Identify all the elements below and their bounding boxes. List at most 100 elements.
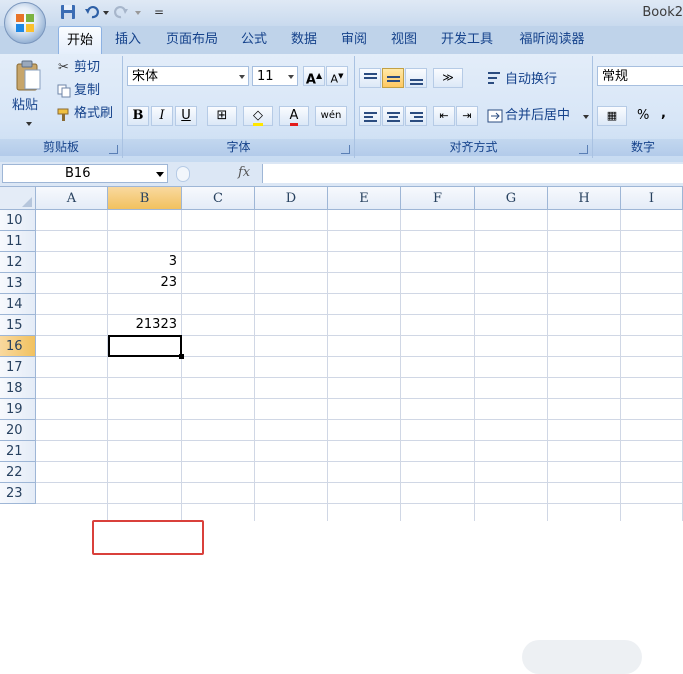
column-header-i[interactable]: I bbox=[621, 187, 683, 210]
accounting-format-button[interactable]: ▦ bbox=[597, 106, 627, 126]
align-top-button[interactable] bbox=[359, 68, 381, 88]
align-middle-button[interactable] bbox=[382, 68, 404, 88]
cell-b13[interactable]: 23 bbox=[108, 273, 177, 293]
customize-qat-icon[interactable]: = bbox=[154, 5, 164, 19]
row-header-20[interactable]: 20 bbox=[0, 420, 36, 441]
decrease-indent-button[interactable]: ⇤ bbox=[433, 106, 455, 126]
grid-hline bbox=[36, 293, 683, 294]
bold-button[interactable]: B bbox=[127, 106, 149, 126]
office-button[interactable] bbox=[4, 2, 46, 44]
borders-button[interactable]: ⊞ bbox=[207, 106, 237, 126]
tab-view[interactable]: 视图 bbox=[384, 26, 424, 53]
cut-button[interactable]: 剪切 bbox=[74, 58, 100, 78]
align-left-button[interactable] bbox=[359, 106, 381, 126]
wrap-text-button[interactable]: 自动换行 bbox=[505, 70, 557, 90]
comma-button[interactable]: , bbox=[661, 104, 666, 124]
insert-function-icon[interactable]: fx bbox=[238, 165, 250, 180]
align-center-button[interactable] bbox=[382, 106, 404, 126]
column-header-c[interactable]: C bbox=[182, 187, 255, 210]
tab-review[interactable]: 审阅 bbox=[334, 26, 374, 53]
font-size-value: 11 bbox=[257, 69, 274, 84]
office-logo-icon bbox=[16, 14, 34, 32]
row-header-12[interactable]: 12 bbox=[0, 252, 36, 273]
font-color-button[interactable]: A bbox=[279, 106, 309, 126]
worksheet-grid[interactable]: ABCDEFGHI 10 11 12 13 14 15 16 17 18 19 20 21 22 23 3… bbox=[0, 187, 683, 674]
font-size-select[interactable]: 11 bbox=[252, 66, 298, 86]
row-header-17[interactable]: 17 bbox=[0, 357, 36, 378]
row-header-10[interactable]: 10 bbox=[0, 210, 36, 231]
percent-button[interactable]: % bbox=[637, 106, 649, 126]
tab-developer[interactable]: 开发工具 bbox=[432, 26, 502, 53]
name-box-dropdown-icon[interactable] bbox=[156, 172, 164, 177]
cut-icon: ✂ bbox=[58, 60, 69, 75]
row-header-14[interactable]: 14 bbox=[0, 294, 36, 315]
row-header-19[interactable]: 19 bbox=[0, 399, 36, 420]
redo-icon[interactable] bbox=[113, 4, 129, 20]
column-header-d[interactable]: D bbox=[255, 187, 328, 210]
column-header-f[interactable]: F bbox=[401, 187, 475, 210]
save-icon[interactable] bbox=[60, 4, 76, 20]
orientation-button[interactable]: ≫ bbox=[433, 68, 463, 88]
paste-dropdown-icon[interactable] bbox=[26, 122, 32, 126]
grid-hline bbox=[36, 230, 683, 231]
row-header-23[interactable]: 23 bbox=[0, 483, 36, 504]
grid-hline bbox=[36, 440, 683, 441]
grow-font-button[interactable]: A▲ bbox=[303, 66, 325, 87]
align-right-button[interactable] bbox=[405, 106, 427, 126]
tab-insert[interactable]: 插入 bbox=[108, 26, 148, 53]
column-header-h[interactable]: H bbox=[548, 187, 621, 210]
undo-icon[interactable] bbox=[84, 4, 100, 20]
align-bottom-button[interactable] bbox=[405, 68, 427, 88]
alignment-launcher-icon[interactable] bbox=[579, 145, 588, 154]
increase-indent-button[interactable]: ⇥ bbox=[456, 106, 478, 126]
number-format-select[interactable]: 常规 bbox=[597, 66, 683, 86]
font-name-value: 宋体 bbox=[132, 69, 159, 84]
fill-color-button[interactable]: ◇ bbox=[243, 106, 273, 126]
fill-handle[interactable] bbox=[179, 354, 184, 359]
paste-icon[interactable] bbox=[14, 60, 42, 92]
tab-formulas[interactable]: 公式 bbox=[234, 26, 274, 53]
row-header-16[interactable]: 16 bbox=[0, 336, 36, 357]
column-header-b[interactable]: B bbox=[108, 187, 182, 210]
ribbon: 粘贴 ✂ 剪切 复制 格式刷 剪贴板 宋体 11 A▲ A▼ B I U ⊞ ◇… bbox=[0, 54, 683, 162]
font-name-select[interactable]: 宋体 bbox=[127, 66, 249, 86]
row-header-18[interactable]: 18 bbox=[0, 378, 36, 399]
redo-dropdown-icon[interactable] bbox=[135, 11, 141, 15]
name-box[interactable]: B16 bbox=[2, 164, 168, 183]
phonetic-button[interactable]: wén bbox=[315, 106, 347, 126]
cell-b12[interactable]: 3 bbox=[108, 252, 177, 272]
row-header-15[interactable]: 15 bbox=[0, 315, 36, 336]
paste-button[interactable]: 粘贴 bbox=[12, 96, 38, 116]
ribbon-tab-bar: 开始 插入 页面布局 公式 数据 审阅 视图 开发工具 福昕阅读器 bbox=[0, 26, 683, 55]
active-cell[interactable] bbox=[108, 335, 182, 357]
undo-dropdown-icon[interactable] bbox=[103, 11, 109, 15]
wrap-text-icon bbox=[488, 72, 500, 84]
font-launcher-icon[interactable] bbox=[341, 145, 350, 154]
cell-b15[interactable]: 21323 bbox=[108, 315, 177, 335]
merge-dropdown-icon[interactable] bbox=[583, 115, 589, 119]
row-header-13[interactable]: 13 bbox=[0, 273, 36, 294]
copy-button[interactable]: 复制 bbox=[74, 81, 100, 101]
formula-bar-splitter[interactable] bbox=[176, 166, 190, 182]
tab-home[interactable]: 开始 bbox=[58, 26, 102, 55]
italic-button[interactable]: I bbox=[151, 106, 173, 126]
tab-foxit-reader[interactable]: 福昕阅读器 bbox=[510, 26, 594, 53]
underline-button[interactable]: U bbox=[175, 106, 197, 126]
merge-center-button[interactable]: 合并后居中 bbox=[505, 106, 570, 126]
tab-data[interactable]: 数据 bbox=[284, 26, 324, 53]
alignment-group: ≫ 自动换行 ⇤ ⇥ 合并后居中 对齐方式 bbox=[355, 56, 593, 158]
formula-input[interactable] bbox=[262, 164, 683, 183]
grid-hline bbox=[36, 398, 683, 399]
row-header-22[interactable]: 22 bbox=[0, 462, 36, 483]
clipboard-launcher-icon[interactable] bbox=[109, 145, 118, 154]
increase-indent-icon: ⇥ bbox=[462, 109, 472, 122]
row-header-21[interactable]: 21 bbox=[0, 441, 36, 462]
grid-hline bbox=[36, 419, 683, 420]
column-header-g[interactable]: G bbox=[475, 187, 548, 210]
row-header-11[interactable]: 11 bbox=[0, 231, 36, 252]
shrink-font-button[interactable]: A▼ bbox=[326, 66, 348, 86]
column-header-a[interactable]: A bbox=[36, 187, 108, 210]
column-header-e[interactable]: E bbox=[328, 187, 401, 210]
tab-page-layout[interactable]: 页面布局 bbox=[158, 26, 226, 53]
format-painter-button[interactable]: 格式刷 bbox=[74, 104, 113, 124]
